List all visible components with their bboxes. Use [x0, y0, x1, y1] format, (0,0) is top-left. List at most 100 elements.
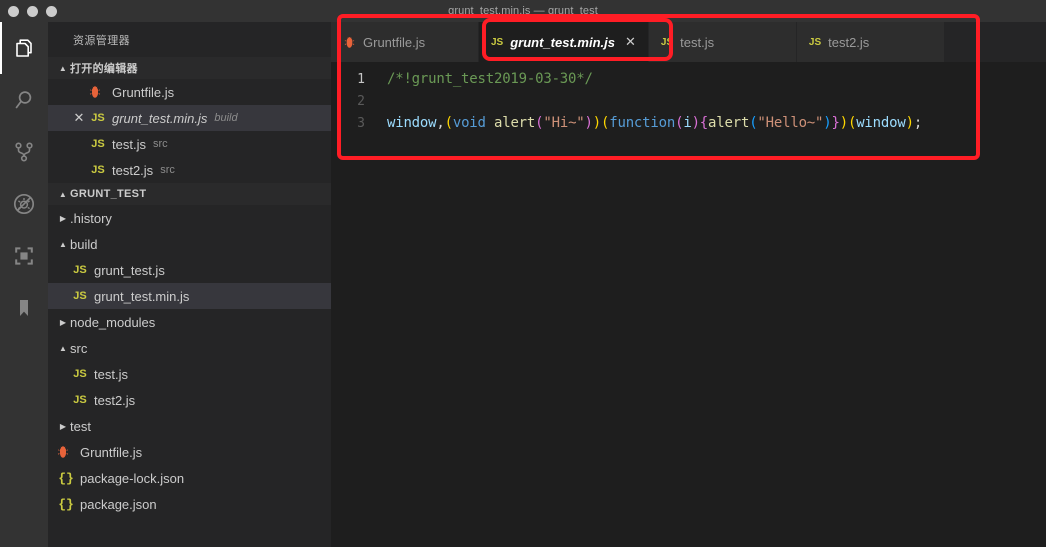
chevron-right-icon: ▶: [59, 421, 67, 431]
token-comment: /*!grunt_test2019-03-30*/: [387, 71, 593, 87]
tree-item-label: Gruntfile.js: [80, 444, 143, 460]
tree-folder-test[interactable]: ▶ test: [48, 413, 331, 439]
section-open-editors-label: 打开的编辑器: [70, 63, 138, 75]
maximize-button[interactable]: [46, 5, 57, 17]
chevron-down-icon: ▲: [59, 239, 67, 249]
tree-file-package-lock-json[interactable]: {} package-lock.json: [48, 465, 331, 491]
editor-group: Gruntfile.js JS grunt_test.min.js ✕ JS t…: [331, 22, 1046, 547]
tab-label: grunt_test.min.js: [510, 34, 615, 50]
minimize-button[interactable]: [27, 5, 38, 17]
source-control-icon: [12, 140, 36, 164]
activity-item-debug[interactable]: [0, 178, 48, 230]
tab-bar: Gruntfile.js JS grunt_test.min.js ✕ JS t…: [331, 22, 1046, 62]
open-editor-desc: src: [160, 164, 175, 176]
open-editor-row[interactable]: JS test2.js src: [48, 157, 331, 183]
open-editor-desc: src: [152, 138, 168, 150]
tree-item-label: .history: [70, 210, 112, 226]
line-number: 2: [357, 93, 365, 109]
tree-file-gruntfile-js[interactable]: Gruntfile.js: [48, 439, 331, 465]
tab-test2-js[interactable]: JS test2.js: [796, 22, 945, 62]
tree-item-label: package.json: [80, 496, 157, 512]
grunt-icon: [343, 36, 356, 49]
bookmark-icon: [12, 296, 36, 320]
tab-label: test2.js: [828, 34, 870, 50]
js-icon: JS: [73, 264, 87, 276]
js-icon: JS: [660, 36, 674, 48]
activity-item-explorer[interactable]: [0, 22, 48, 74]
explorer-sidebar: 资源管理器 ▲ 打开的编辑器 Gruntfile.js ✕ JS grunt_t…: [48, 22, 331, 547]
tree-file-grunt-test-js[interactable]: JS grunt_test.js: [48, 257, 331, 283]
json-icon: {}: [58, 470, 74, 486]
open-editor-name: test.js: [112, 136, 146, 152]
window-controls: [0, 5, 57, 17]
activity-item-search[interactable]: [0, 74, 48, 126]
tree-file-test2-js[interactable]: JS test2.js: [48, 387, 331, 413]
tree-folder-src[interactable]: ▲ src: [48, 335, 331, 361]
extensions-icon: [12, 244, 36, 268]
line-number: 3: [357, 115, 365, 131]
tree-item-label: test2.js: [94, 392, 136, 408]
activity-item-extensions[interactable]: [0, 230, 48, 282]
chevron-right-icon: ▶: [59, 317, 67, 327]
tree-item-label: test.js: [94, 366, 128, 382]
open-editor-name: grunt_test.min.js: [112, 110, 208, 126]
open-editor-name: test2.js: [112, 162, 154, 178]
js-icon: JS: [73, 290, 87, 302]
open-editor-name: Gruntfile.js: [112, 84, 175, 100]
tree-item-label: grunt_test.min.js: [94, 288, 190, 304]
code-line: 2: [331, 90, 1046, 112]
line-content: /*!grunt_test2019-03-30*/: [387, 71, 593, 87]
js-icon: JS: [73, 394, 87, 406]
tree-file-test-js[interactable]: JS test.js: [48, 361, 331, 387]
code-editor[interactable]: 1 /*!grunt_test2019-03-30*/ 2 3 window,(…: [331, 62, 1046, 134]
tree-item-label: node_modules: [70, 314, 156, 330]
section-workspace-label: GRUNT_TEST: [70, 188, 147, 200]
open-editor-row[interactable]: Gruntfile.js: [48, 79, 331, 105]
grunt-icon: [88, 85, 108, 99]
open-editor-desc: build: [214, 112, 238, 124]
activity-item-bookmarks[interactable]: [0, 282, 48, 334]
code-line: 3 window,(void alert("Hi~"))(function(i)…: [331, 112, 1046, 134]
files-icon: [12, 36, 36, 60]
tab-test-js[interactable]: JS test.js: [648, 22, 797, 62]
activity-item-source-control[interactable]: [0, 126, 48, 178]
tree-item-label: test: [70, 418, 91, 434]
search-icon: [12, 88, 36, 112]
js-icon: JS: [91, 112, 105, 124]
tree-file-package-json[interactable]: {} package.json: [48, 491, 331, 517]
close-button[interactable]: [8, 5, 19, 17]
chevron-down-icon: ▲: [58, 189, 68, 199]
json-icon: {}: [58, 496, 74, 512]
section-open-editors[interactable]: ▲ 打开的编辑器: [48, 57, 331, 79]
close-icon[interactable]: ✕: [70, 110, 88, 126]
debug-no-icon: [11, 191, 37, 217]
open-editor-row-selected[interactable]: ✕ JS grunt_test.min.js build: [48, 105, 331, 131]
code-line: 1 /*!grunt_test2019-03-30*/: [331, 68, 1046, 90]
js-icon: JS: [491, 36, 504, 48]
tree-file-grunt-test-min-js[interactable]: JS grunt_test.min.js: [48, 283, 331, 309]
tree-folder-build[interactable]: ▲ build: [48, 231, 331, 257]
section-workspace[interactable]: ▲ GRUNT_TEST: [48, 183, 331, 205]
line-content: window,(void alert("Hi~"))(function(i){a…: [387, 115, 923, 131]
tree-folder-history[interactable]: ▶ .history: [48, 205, 331, 231]
tree-item-label: package-lock.json: [80, 470, 185, 486]
tab-gruntfile-js[interactable]: Gruntfile.js: [331, 22, 479, 62]
js-icon: JS: [808, 36, 822, 48]
js-icon: JS: [91, 138, 105, 150]
tab-label: test.js: [680, 34, 715, 50]
tab-close-icon[interactable]: ✕: [625, 34, 636, 50]
chevron-down-icon: ▲: [58, 63, 68, 73]
tree-folder-node-modules[interactable]: ▶ node_modules: [48, 309, 331, 335]
sidebar-title: 资源管理器: [73, 34, 130, 47]
chevron-down-icon: ▲: [59, 343, 67, 353]
tab-grunt-test-min-js[interactable]: JS grunt_test.min.js ✕: [479, 22, 649, 62]
tree-item-label: src: [70, 340, 88, 356]
open-editor-row[interactable]: JS test.js src: [48, 131, 331, 157]
tree-item-label: grunt_test.js: [94, 262, 165, 278]
activity-bar: [0, 22, 48, 547]
vscode-window: grunt_test.min.js — grunt_test 资源管理器 ▲ 打…: [0, 0, 1046, 547]
tab-label: Gruntfile.js: [363, 34, 426, 50]
window-title: grunt_test.min.js — grunt_test: [448, 5, 598, 17]
grunt-icon: [56, 445, 76, 459]
line-number: 1: [357, 71, 365, 87]
